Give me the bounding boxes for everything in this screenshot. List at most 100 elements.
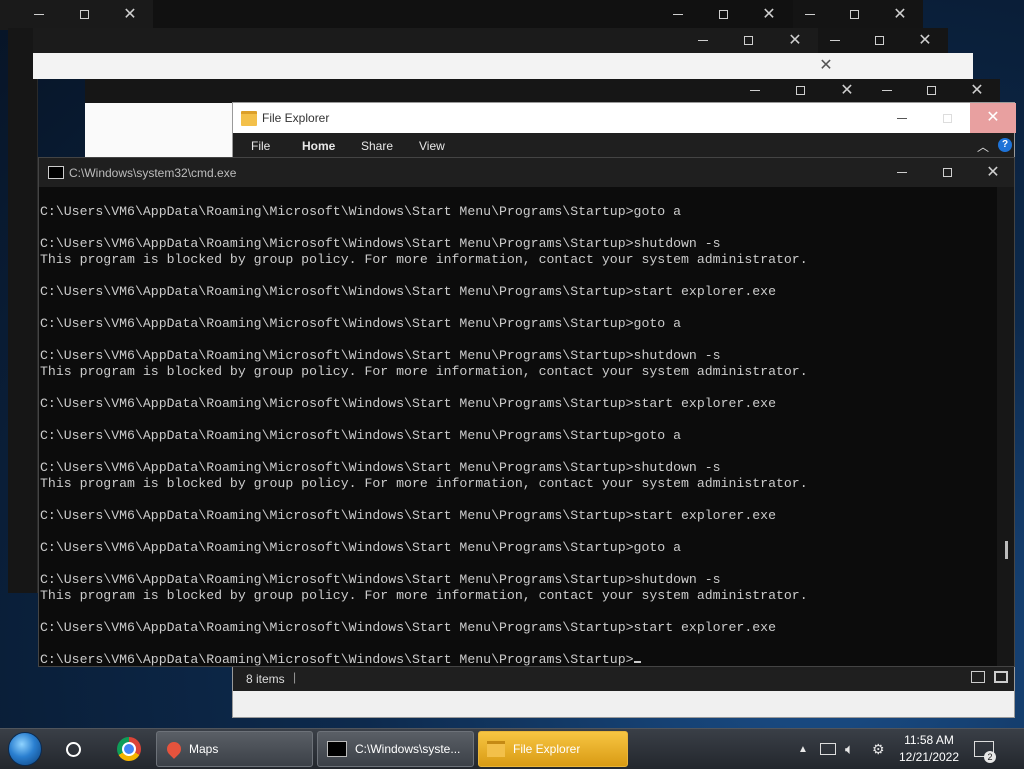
folder-icon [487,741,505,757]
close-button[interactable]: ✕ [902,26,948,55]
background-window-titlebar[interactable]: ✕ [0,0,153,30]
folder-icon [241,111,257,126]
taskbar-app-label: C:\Windows\syste... [355,742,461,756]
minimize-button[interactable] [787,0,833,29]
maps-pin-icon [164,739,184,759]
status-divider: | [293,670,297,684]
taskbar: Maps C:\Windows\syste... File Explorer ▲… [0,728,1024,769]
status-bar: 8 items | [233,665,1014,691]
maximize-button[interactable] [777,76,823,105]
maximize-button[interactable] [725,26,771,55]
tab-file[interactable]: File [251,139,270,153]
console-line: C:\Users\VM6\AppData\Roaming\Microsoft\W… [40,652,1000,666]
console-line: C:\Users\VM6\AppData\Roaming\Microsoft\W… [40,428,682,443]
minimize-button[interactable] [864,76,910,105]
cmd-window[interactable]: C:\Windows\system32\cmd.exe ✕ C:\Users\V… [38,157,1015,667]
close-button[interactable]: ✕ [877,0,923,29]
console-line: This program is blocked by group policy.… [40,252,808,267]
maximize-button[interactable] [831,0,877,29]
maximize-button[interactable] [61,0,107,29]
background-window-titlebar[interactable]: ✕ [870,79,1000,103]
large-icons-view-icon[interactable] [994,671,1008,683]
window-bottom-edge [233,691,1014,717]
minimize-button[interactable] [732,76,778,105]
taskbar-app-label: File Explorer [513,742,581,756]
window-title: File Explorer [262,111,330,125]
close-button[interactable]: ✕ [954,76,1000,105]
vertical-scrollbar[interactable] [997,187,1014,666]
cmd-icon [327,741,347,757]
console-line: C:\Users\VM6\AppData\Roaming\Microsoft\W… [40,316,682,331]
ribbon-tabs: File Home Share View ︿ ? [233,133,1014,159]
console-line: C:\Users\VM6\AppData\Roaming\Microsoft\W… [40,396,776,411]
tab-view[interactable]: View [419,139,445,153]
taskbar-app-cmd[interactable]: C:\Windows\syste... [317,731,474,767]
background-window-titlebar[interactable]: ✕ [818,28,948,53]
console-line: C:\Users\VM6\AppData\Roaming\Microsoft\W… [40,236,721,251]
minimize-button[interactable] [655,0,701,29]
console-line: This program is blocked by group policy.… [40,476,808,491]
window-title: C:\Windows\system32\cmd.exe [69,166,237,180]
cmd-icon [48,166,64,179]
tab-share[interactable]: Share [361,139,393,153]
details-view-icon[interactable] [971,671,985,683]
maximize-button[interactable] [700,0,746,29]
console-line: C:\Users\VM6\AppData\Roaming\Microsoft\W… [40,204,682,219]
text-cursor [633,661,641,663]
background-window-titlebar[interactable]: ✕ [33,28,818,53]
clock-time: 11:58 AM [904,733,954,747]
console-line: C:\Users\VM6\AppData\Roaming\Microsoft\W… [40,620,776,635]
item-count: 8 items [246,672,285,686]
console-line: C:\Users\VM6\AppData\Roaming\Microsoft\W… [40,540,682,555]
minimize-button[interactable] [879,158,925,187]
pen-settings-icon[interactable]: ⚙︎ [872,729,885,769]
chrome-icon[interactable] [110,731,148,767]
close-button[interactable]: ✕ [107,0,153,29]
console-output[interactable]: C:\Users\VM6\AppData\Roaming\Microsoft\W… [40,204,1000,666]
console-line: C:\Users\VM6\AppData\Roaming\Microsoft\W… [40,572,721,587]
tab-home[interactable]: Home [302,139,335,153]
maximize-button[interactable] [856,26,902,55]
background-window-titlebar[interactable]: ✕ [85,79,870,103]
close-button[interactable]: ✕ [970,158,1014,187]
console-line: C:\Users\VM6\AppData\Roaming\Microsoft\W… [40,348,721,363]
help-icon[interactable]: ? [998,138,1012,152]
minimize-button[interactable] [16,0,62,29]
console-line: C:\Users\VM6\AppData\Roaming\Microsoft\W… [40,508,776,523]
taskbar-app-maps[interactable]: Maps [156,731,313,767]
chevron-up-icon[interactable]: ︿ [977,138,989,155]
minimize-button[interactable] [680,26,726,55]
background-window-body [85,103,235,163]
start-button[interactable] [8,731,42,767]
file-explorer-titlebar[interactable]: File Explorer ✕ [233,103,1016,133]
show-hidden-icons-chevron-icon[interactable]: ▲ [798,729,808,769]
search-icon[interactable] [56,731,90,767]
close-button[interactable]: ✕ [746,0,792,29]
cmd-titlebar[interactable]: C:\Windows\system32\cmd.exe ✕ [39,158,1014,187]
maximize-button[interactable] [924,158,970,187]
network-icon[interactable] [820,729,836,769]
scrollbar-thumb[interactable] [1005,541,1008,559]
system-clock[interactable]: 11:58 AM 12/21/2022 [890,732,968,766]
taskbar-app-label: Maps [189,742,219,756]
minimize-button[interactable] [879,103,925,133]
background-window-edge [8,28,38,593]
maximize-button[interactable] [908,76,954,105]
console-line: This program is blocked by group policy.… [40,588,808,603]
taskbar-app-file-explorer[interactable]: File Explorer [478,731,628,767]
notification-center-icon[interactable]: 2 [974,729,996,769]
close-button[interactable]: ✕ [970,103,1016,133]
notification-count-badge: 2 [984,751,996,763]
volume-icon[interactable]: 🔈︎ [845,729,854,769]
windows-logo-icon [8,732,42,766]
maximize-button[interactable] [924,103,970,133]
console-line: C:\Users\VM6\AppData\Roaming\Microsoft\W… [40,284,776,299]
